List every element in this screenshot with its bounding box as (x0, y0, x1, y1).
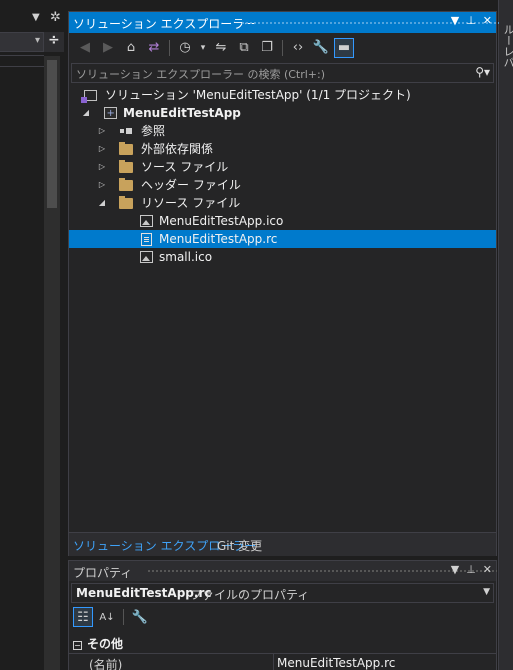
object-description: ファイルのプロパティ (190, 588, 310, 602)
properties-toolbar: ☷ A↓ 🔧 (69, 606, 150, 628)
panel-title: プロパティ (73, 566, 133, 580)
properties-titlebar[interactable]: プロパティ ▼ ⊥ ✕ (69, 561, 497, 581)
resource-file-icon (139, 232, 153, 246)
image-file-icon (139, 214, 153, 228)
project-icon (103, 105, 117, 123)
scrollbar-thumb[interactable] (47, 60, 57, 208)
solution-icon (80, 88, 97, 103)
chevron-down-icon: ▾ (34, 35, 40, 46)
back-icon[interactable]: ◀ (75, 38, 95, 58)
drag-grip[interactable] (147, 569, 497, 574)
object-selector-dropdown[interactable]: MenuEditTestApp.rc ファイルのプロパティ ▼ (71, 583, 494, 603)
expand-arrow-icon[interactable]: ▷ (97, 158, 107, 176)
chevron-down-icon[interactable]: ▾ (198, 38, 208, 58)
toolbar-separator (169, 39, 170, 56)
tree-item-label: 参照 (141, 124, 166, 138)
expand-arrow-icon[interactable]: ▷ (97, 140, 107, 158)
toolbar-separator (282, 39, 283, 56)
categorized-icon[interactable]: ☷ (73, 607, 93, 627)
alphabetical-icon[interactable]: A↓ (97, 607, 117, 627)
switch-views-icon[interactable]: ⇄ (144, 38, 164, 58)
category-label: その他 (87, 637, 124, 651)
tree-item-external-deps[interactable]: ▷ 外部依存関係 (69, 140, 496, 158)
chevron-down-icon: ▼ (483, 587, 490, 597)
close-icon[interactable]: ✕ (483, 563, 492, 576)
tree-item-solution[interactable]: ソリューション 'MenuEditTestApp' (1/1 プロジェクト) (69, 86, 496, 104)
forward-icon[interactable]: ▶ (98, 38, 118, 58)
pin-icon[interactable]: ⊥ (466, 563, 476, 576)
tree-item-label: ヘッダー ファイル (141, 178, 241, 192)
history-icon[interactable]: ◷ (175, 38, 195, 58)
folder-open-icon (119, 195, 133, 210)
collapse-arrow-icon[interactable]: ◢ (81, 104, 91, 122)
tree-item-label: MenuEditTestApp.ico (159, 214, 284, 228)
panel-title: ソリューション エクスプローラー (73, 17, 257, 31)
preview-icon[interactable]: ▬ (334, 37, 354, 58)
expand-arrow-icon[interactable]: ▷ (97, 176, 107, 194)
tree-item-references[interactable]: ▷ 参照 (69, 122, 496, 140)
folder-icon (119, 159, 133, 174)
tab-git-changes[interactable]: Git 変更 (217, 537, 262, 554)
chevron-down-icon[interactable]: ▼ (32, 12, 40, 23)
show-all-files-icon[interactable]: ❐ (257, 38, 277, 58)
editor-top-bar: ▼ ✲ (0, 10, 66, 30)
folder-icon (119, 177, 133, 192)
tree-item-label: MenuEditTestApp (123, 106, 241, 120)
search-input[interactable]: ソリューション エクスプローラー の検索 (Ctrl+:) ⚲▾ (71, 63, 494, 83)
tree-item-project[interactable]: ◢ MenuEditTestApp (69, 104, 496, 123)
close-icon[interactable]: ✕ (483, 14, 492, 27)
column-divider[interactable] (273, 654, 274, 670)
tree-item-file[interactable]: MenuEditTestApp.ico (69, 212, 496, 230)
folder-icon (119, 141, 133, 156)
solution-explorer-panel: ソリューション エクスプローラー ▼ ⊥ ✕ ◀ ▶ ⌂ ⇄ ◷ ▾ ⇋ ⧉ ❐… (68, 11, 499, 556)
split-icon: ÷ (48, 32, 60, 48)
solution-tree: ソリューション 'MenuEditTestApp' (1/1 プロジェクト) ◢… (69, 86, 496, 266)
home-icon[interactable]: ⌂ (121, 38, 141, 58)
tree-item-header-files[interactable]: ▷ ヘッダー ファイル (69, 176, 496, 194)
window-position-icon[interactable]: ▼ (451, 14, 459, 27)
gear-icon[interactable]: ✲ (50, 10, 61, 25)
view-code-icon[interactable]: ‹› (288, 38, 308, 58)
tree-item-source-files[interactable]: ▷ ソース ファイル (69, 158, 496, 176)
navigation-dropdown[interactable]: ▾ (0, 32, 44, 52)
right-dock-tab-strip: ルーレバ (498, 0, 513, 670)
collapse-all-icon[interactable]: ⧉ (234, 38, 254, 58)
expand-arrow-icon[interactable]: ▷ (97, 122, 107, 140)
solution-explorer-toolbar: ◀ ▶ ⌂ ⇄ ◷ ▾ ⇋ ⧉ ❐ ‹› 🔧 ▬ (69, 34, 496, 61)
tree-item-label: 外部依存関係 (141, 142, 214, 156)
references-icon (119, 124, 133, 138)
property-value[interactable]: MenuEditTestApp.rc (277, 656, 395, 670)
tree-item-label: ソリューション 'MenuEditTestApp' (1/1 プロジェクト) (105, 88, 411, 102)
properties-panel: プロパティ ▼ ⊥ ✕ MenuEditTestApp.rc ファイルのプロパテ… (68, 560, 497, 670)
pin-icon[interactable]: ⊥ (466, 14, 476, 27)
tree-item-label: MenuEditTestApp.rc (159, 232, 278, 246)
window-position-icon[interactable]: ▼ (451, 563, 459, 576)
divider (0, 66, 44, 67)
property-key: (名前) (89, 658, 123, 670)
tree-item-file-selected[interactable]: MenuEditTestApp.rc (69, 230, 496, 248)
collapse-box-icon[interactable]: − (73, 641, 82, 650)
tree-item-label: ソース ファイル (141, 160, 229, 174)
search-icon[interactable]: ⚲▾ (475, 65, 490, 79)
wrench-icon[interactable]: 🔧 (311, 38, 331, 58)
property-row[interactable]: (名前) MenuEditTestApp.rc (69, 653, 496, 670)
dock-tab-label[interactable]: ルーレバ (500, 24, 513, 68)
tree-item-resource-files[interactable]: ◢ リソース ファイル (69, 194, 496, 212)
property-category[interactable]: − その他 (73, 635, 123, 652)
divider (0, 55, 44, 56)
image-file-icon (139, 250, 153, 264)
property-pages-icon[interactable]: 🔧 (130, 607, 150, 627)
split-editor-button[interactable]: ÷ (44, 32, 64, 52)
sync-icon[interactable]: ⇋ (211, 38, 231, 58)
editor-left-strip: ▼ ✲ ▾ ÷ (0, 0, 66, 670)
tree-item-label: small.ico (159, 250, 213, 264)
search-placeholder: ソリューション エクスプローラー の検索 (Ctrl+:) (76, 68, 326, 81)
tree-item-file[interactable]: small.ico (69, 248, 496, 266)
panel-tab-strip: ソリューション エクスプローラー Git 変更 (69, 532, 496, 556)
collapse-arrow-icon[interactable]: ◢ (97, 194, 107, 212)
toolbar-separator (123, 609, 124, 625)
tree-item-label: リソース ファイル (141, 196, 241, 210)
solution-explorer-titlebar[interactable]: ソリューション エクスプローラー ▼ ⊥ ✕ (69, 12, 499, 33)
